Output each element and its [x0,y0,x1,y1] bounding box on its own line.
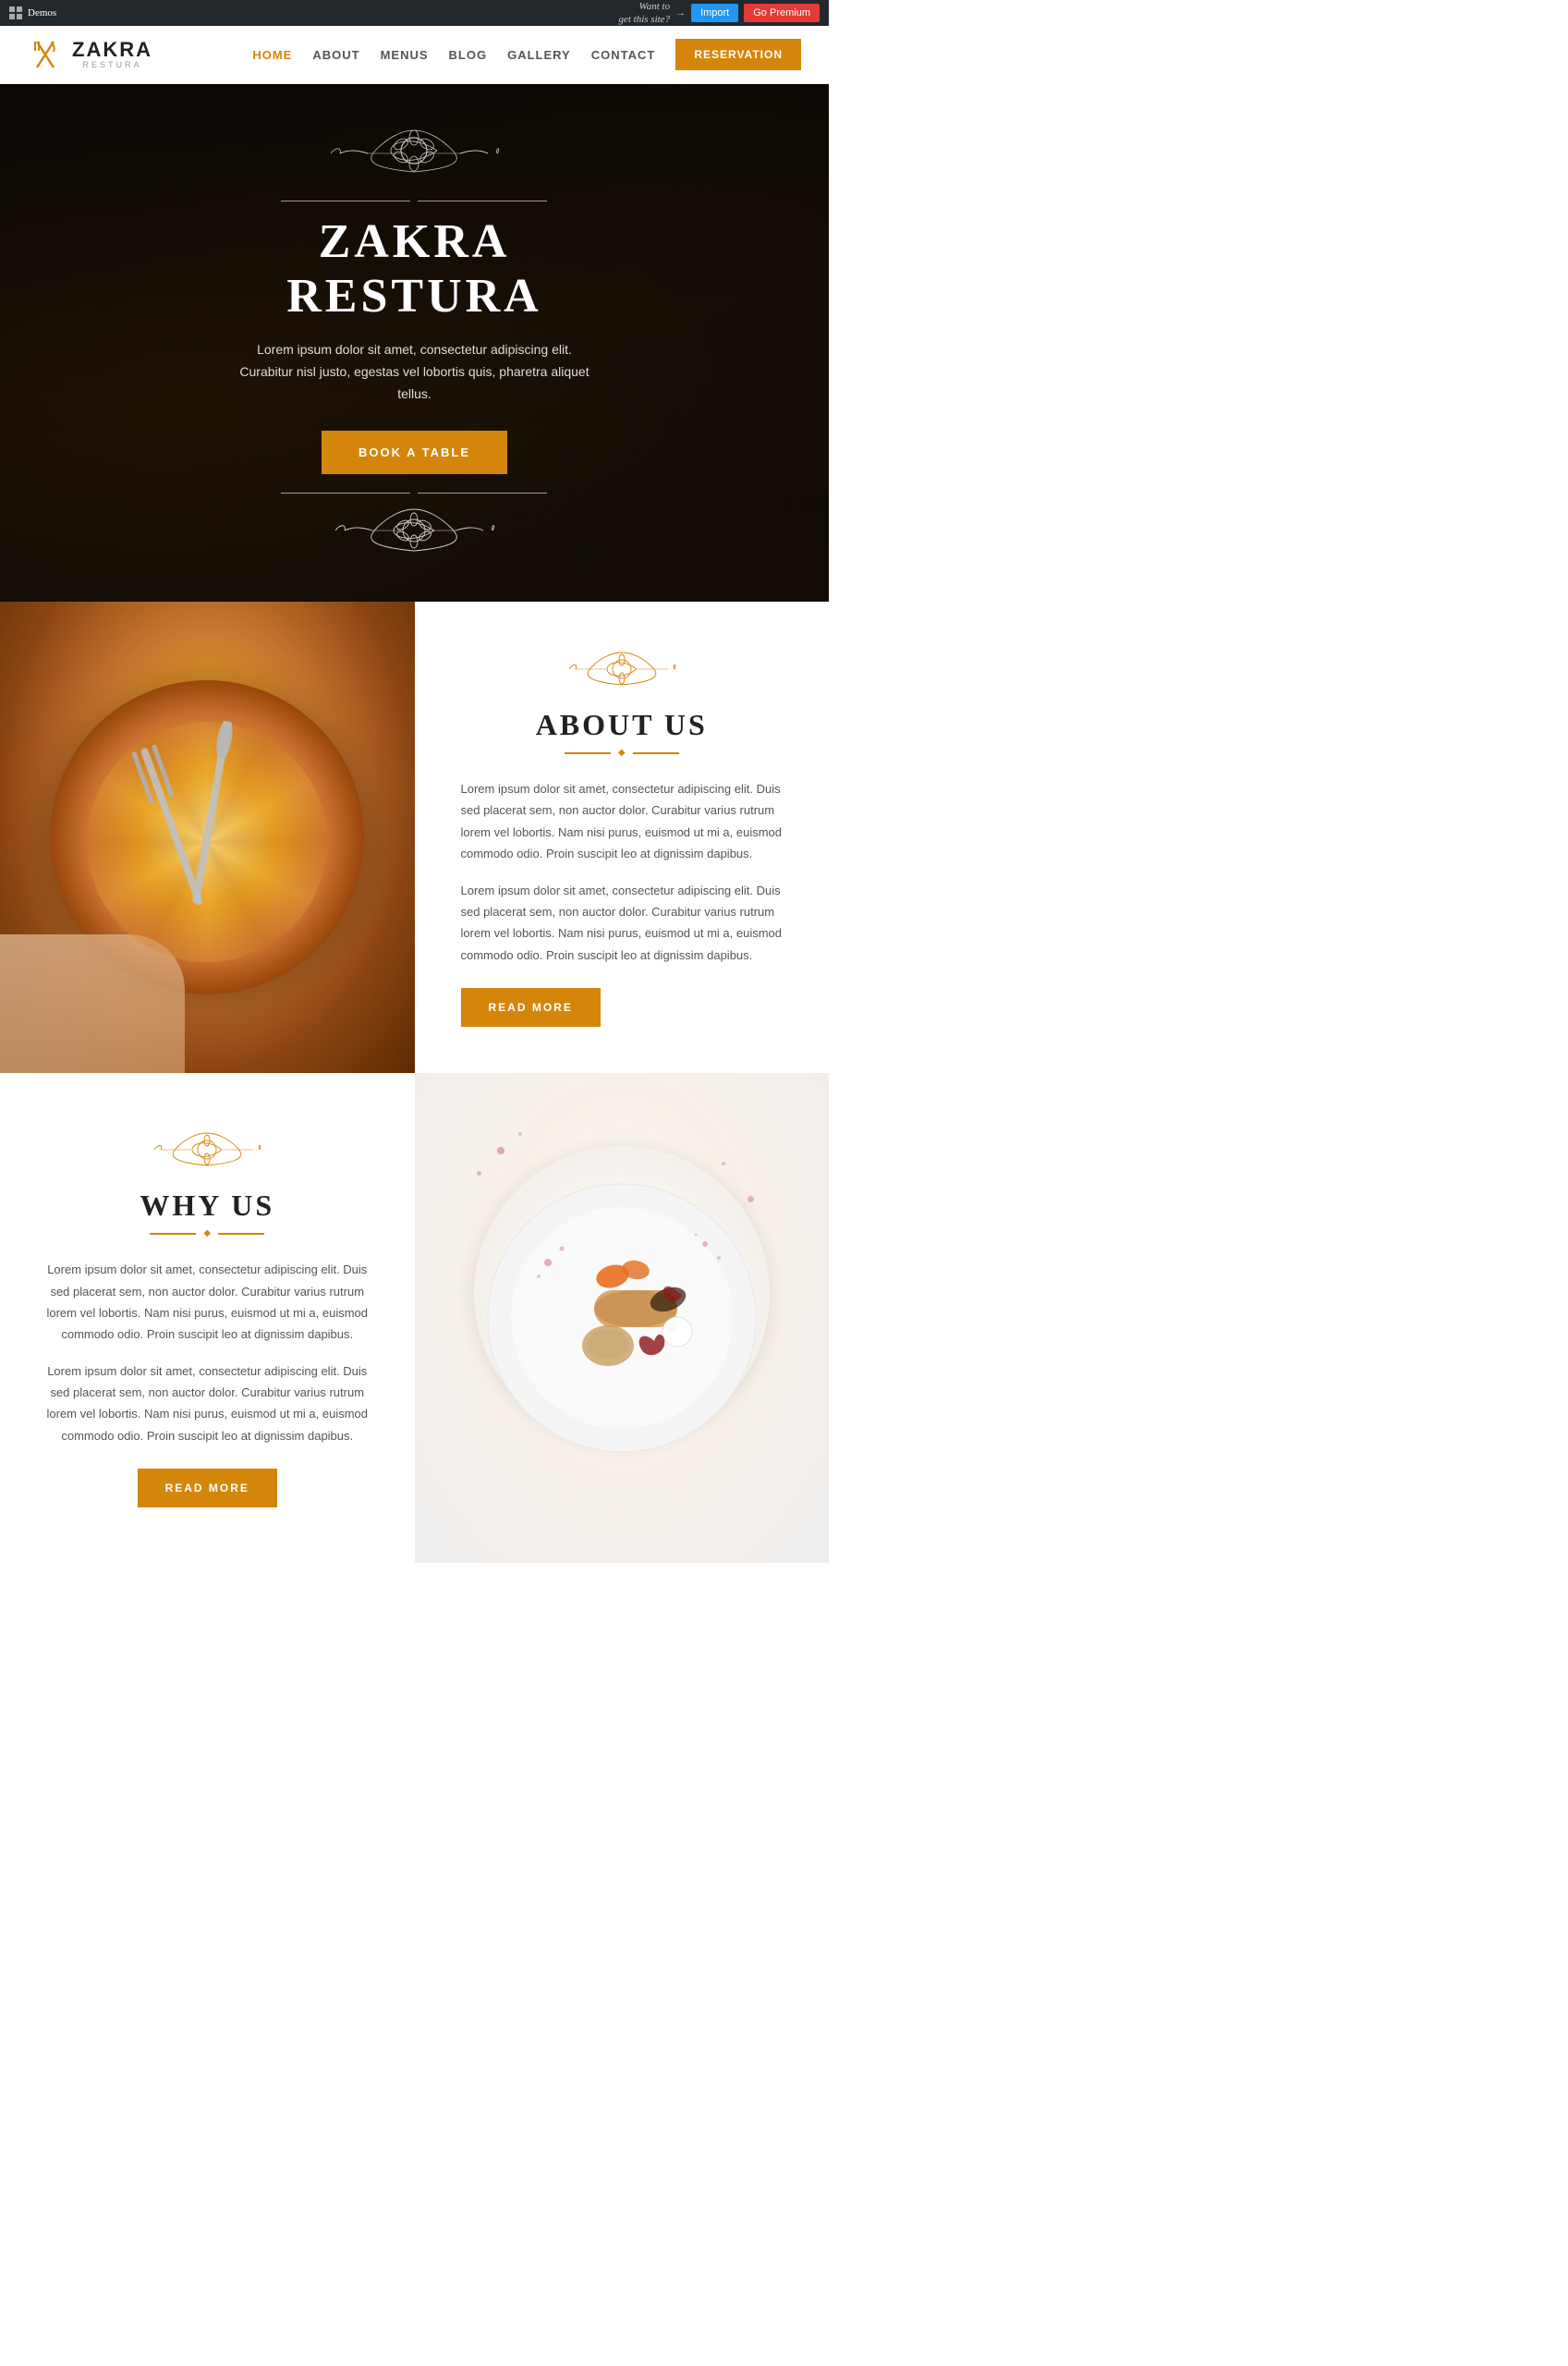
why-us-section: WHY US ◆ Lorem ipsum dolor sit amet, con… [0,1073,829,1563]
why-read-more-button[interactable]: READ MORE [138,1469,277,1507]
nav-gallery[interactable]: GALLERY [507,48,571,62]
about-read-more-button[interactable]: READ MORE [461,988,601,1027]
logo-sub: RESTURA [72,61,152,70]
about-us-title: ABOUT US [461,708,784,742]
arrow-icon: → [675,7,686,18]
main-nav: HOME ABOUT MENUS BLOG GALLERY CONTACT RE… [252,39,801,70]
why-us-content: WHY US ◆ Lorem ipsum dolor sit amet, con… [0,1073,415,1563]
fancy-food-image [415,1073,830,1563]
why-title-line: ◆ [46,1228,369,1238]
demos-label[interactable]: Demos [28,7,56,18]
about-text-1: Lorem ipsum dolor sit amet, consectetur … [461,778,784,865]
logo-icon [28,37,63,72]
about-text-2: Lorem ipsum dolor sit amet, consectetur … [461,880,784,967]
hero-content: ZAKRA RESTURA Lorem ipsum dolor sit amet… [221,103,607,584]
admin-bar-right: Want toget this site? → Import Go Premiu… [618,0,820,26]
logo-text: ZAKRA RESTURA [72,39,152,70]
about-us-content: ABOUT US ◆ Lorem ipsum dolor sit amet, c… [415,602,830,1073]
why-us-inner: WHY US ◆ Lorem ipsum dolor sit amet, con… [46,1128,369,1507]
logo-area[interactable]: ZAKRA RESTURA [28,37,152,72]
premium-button[interactable]: Go Premium [744,4,820,22]
why-us-title: WHY US [46,1189,369,1223]
pizza-image [0,602,415,1073]
site-header: ZAKRA RESTURA HOME ABOUT MENUS BLOG GALL… [0,26,829,84]
nav-contact[interactable]: CONTACT [591,48,656,62]
want-to-text: Want toget this site? [618,0,670,26]
hero-subtitle: Lorem ipsum dolor sit amet, consectetur … [239,339,589,405]
logo-title: ZAKRA [72,39,152,61]
admin-bar: Demos Want toget this site? → Import Go … [0,0,829,26]
reservation-button[interactable]: RESERVATION [675,39,801,70]
why-ornament [46,1128,369,1179]
fancy-food-photo [415,1073,830,1563]
admin-bar-left: Demos [9,6,56,19]
import-button[interactable]: Import [691,4,738,22]
ornament-top [239,121,589,191]
nav-menus[interactable]: MENUS [381,48,429,62]
nav-blog[interactable]: BLOG [449,48,488,62]
grid-icon [9,6,22,19]
nav-about[interactable]: ABOUT [312,48,359,62]
about-ornament [461,648,784,699]
nav-home[interactable]: HOME [252,48,292,62]
about-us-section: ABOUT US ◆ Lorem ipsum dolor sit amet, c… [0,602,829,1073]
book-table-button[interactable]: BOOK A TABLE [322,431,507,474]
hero-section: ZAKRA RESTURA Lorem ipsum dolor sit amet… [0,84,829,602]
why-text-1: Lorem ipsum dolor sit amet, consectetur … [46,1259,369,1346]
ornament-bottom [239,493,589,565]
pizza-photo [0,602,415,1073]
about-title-line: ◆ [461,748,784,758]
about-us-inner: ABOUT US ◆ Lorem ipsum dolor sit amet, c… [461,648,784,1027]
hero-title: ZAKRA RESTURA [239,214,589,325]
why-text-2: Lorem ipsum dolor sit amet, consectetur … [46,1360,369,1447]
